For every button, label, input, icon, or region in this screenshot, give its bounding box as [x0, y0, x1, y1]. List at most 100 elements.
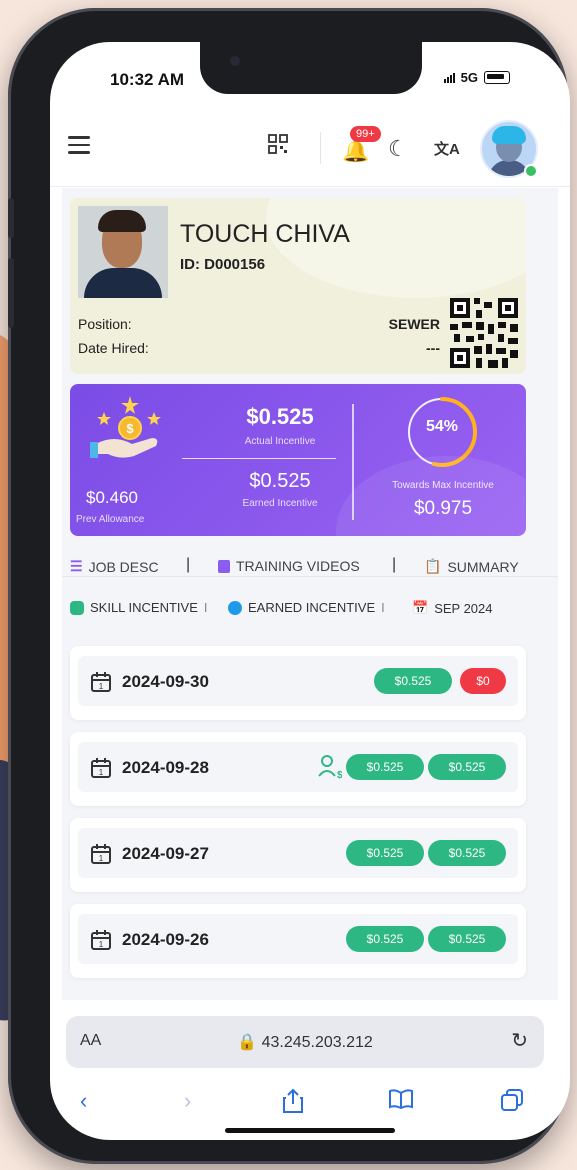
earned-incentive-pill: $0.525	[428, 840, 506, 866]
day-date: 2024-09-26	[122, 930, 209, 949]
incentive-divider	[182, 458, 336, 459]
phone-frame: 10:32 AM 5G 🔔 99+ ☾ 文A TOUCH CHIVA ID: D…	[8, 8, 570, 1164]
day-card[interactable]: 1 2024-09-26 $0.525 $0.525	[70, 904, 526, 978]
volume-up-button	[8, 258, 14, 328]
forward-icon[interactable]: ›	[184, 1088, 191, 1114]
calendar-icon: 1	[91, 672, 111, 692]
legend-earned-swatch	[228, 600, 242, 615]
browser-url-bar[interactable]: AA 🔒 43.245.203.212 ↻	[66, 1016, 544, 1068]
legend-skill-swatch	[70, 600, 84, 615]
day-card[interactable]: 1 2024-09-30 $0.525 $0	[70, 646, 526, 720]
svg-text:1: 1	[99, 682, 104, 691]
legend: SKILL INCENTIVE I EARNED INCENTIVE I 📅 S…	[70, 596, 550, 620]
employee-id: ID: D000156	[180, 256, 266, 273]
calendar-icon: 1	[91, 930, 111, 950]
network-label: 5G	[460, 70, 478, 85]
prev-allowance-value: $0.460	[86, 488, 138, 507]
skill-incentive-pill: $0.525	[346, 926, 424, 952]
employee-card: TOUCH CHIVA ID: D000156 Position: Date H…	[70, 198, 526, 374]
month-selector[interactable]: 📅 SEP 2024	[412, 600, 493, 616]
notification-badge: 99+	[350, 126, 381, 142]
earned-incentive-label: Earned Incentive	[242, 498, 318, 509]
legend-earned-label: EARNED INCENTIVE	[248, 600, 376, 615]
month-label: SEP 2024	[434, 600, 493, 616]
prev-allowance-label: Prev Allowance	[76, 514, 145, 525]
day-card[interactable]: 1 2024-09-27 $0.525 $0.525	[70, 818, 526, 892]
status-bar: 10:32 AM 5G	[50, 42, 570, 104]
tab-summary[interactable]: 📋 SUMMARY	[424, 558, 519, 575]
status-signal: 5G	[443, 70, 510, 85]
towards-max-label: Towards Max Incentive	[392, 480, 494, 491]
actual-incentive-label: Actual Incentive	[244, 436, 316, 447]
day-card[interactable]: 1 2024-09-28 $ $0.525 $0.525	[70, 732, 526, 806]
incentive-vertical-divider	[352, 404, 354, 520]
tab-label: JOB DESC	[88, 558, 159, 575]
status-time: 10:32 AM	[110, 70, 185, 89]
calendar-icon: 1	[91, 758, 111, 778]
day-date: 2024-09-30	[122, 672, 209, 691]
tab-separator: |	[392, 556, 397, 573]
day-date: 2024-09-28	[122, 758, 209, 777]
browser-toolbar: ‹ ›	[50, 1082, 570, 1122]
legend-earned: EARNED INCENTIVE I	[228, 600, 385, 615]
tab-separator: |	[186, 556, 191, 573]
earned-incentive-pill: $0	[460, 668, 506, 694]
main-content: TOUCH CHIVA ID: D000156 Position: Date H…	[62, 188, 558, 1000]
svg-text:1: 1	[99, 854, 104, 863]
legend-skill-label: SKILL INCENTIVE	[90, 600, 198, 615]
earned-incentive-pill: $0.525	[428, 926, 506, 952]
back-icon[interactable]: ‹	[80, 1088, 87, 1114]
incentive-card: $ $0.460 Prev Allowance $0.525 Actual In…	[70, 384, 526, 536]
position-label: Position:	[78, 316, 132, 332]
date-hired-value: ---	[426, 340, 440, 356]
mute-switch	[8, 198, 14, 238]
header-divider	[320, 132, 321, 164]
tab-job-desc[interactable]: ☰ JOB DESC	[70, 558, 159, 575]
position-value: SEWER	[388, 316, 440, 332]
date-hired-label: Date Hired:	[78, 340, 149, 356]
tab-underline	[62, 576, 558, 577]
home-indicator	[225, 1128, 395, 1133]
earned-incentive-value: $0.525	[249, 470, 311, 492]
screen: 10:32 AM 5G 🔔 99+ ☾ 文A TOUCH CHIVA ID: D…	[50, 42, 570, 1140]
qr-code-icon[interactable]	[268, 134, 288, 154]
video-icon	[218, 559, 230, 573]
list-icon: ☰	[70, 558, 83, 574]
translate-icon[interactable]: 文A	[434, 138, 460, 159]
bookmarks-icon[interactable]	[388, 1088, 414, 1110]
earned-incentive-pill: $0.525	[428, 754, 506, 780]
moon-icon[interactable]: ☾	[388, 136, 408, 162]
clipboard-icon: 📋	[424, 558, 442, 574]
skill-incentive-pill: $0.525	[346, 840, 424, 866]
svg-text:$: $	[337, 770, 342, 780]
svg-text:1: 1	[99, 768, 104, 777]
employee-photo	[78, 206, 168, 298]
progress-percent: 54%	[425, 418, 459, 435]
coins-hand-icon: $	[90, 396, 161, 458]
tab-label: SUMMARY	[447, 558, 519, 575]
employee-name: TOUCH CHIVA	[180, 220, 350, 248]
reload-icon[interactable]: ↻	[511, 1028, 528, 1053]
url-address: 43.245.203.212	[261, 1034, 373, 1051]
tab-label: TRAINING VIDEOS	[236, 558, 360, 574]
calendar-icon: 1	[91, 844, 111, 864]
max-incentive-value: $0.975	[413, 498, 473, 519]
tabs-icon[interactable]	[500, 1088, 524, 1112]
menu-icon[interactable]	[68, 136, 90, 159]
calendar-icon: 📅	[412, 600, 429, 615]
employee-qr-code[interactable]	[450, 298, 518, 368]
url-text: 🔒 43.245.203.212	[237, 1034, 373, 1051]
tab-training-videos[interactable]: TRAINING VIDEOS	[218, 558, 360, 574]
notch	[200, 42, 422, 94]
camera-icon	[230, 56, 240, 66]
svg-text:$: $	[126, 421, 134, 436]
tab-bar: ☰ JOB DESC | TRAINING VIDEOS | 📋 SUMMARY	[70, 554, 540, 582]
signal-icon	[443, 72, 455, 83]
legend-skill: SKILL INCENTIVE I	[70, 600, 208, 615]
share-icon[interactable]	[282, 1088, 304, 1114]
actual-incentive-value: $0.525	[246, 404, 314, 429]
battery-icon	[484, 71, 510, 84]
online-status-dot	[524, 164, 538, 178]
skill-incentive-pill: $0.525	[374, 668, 452, 694]
skill-incentive-pill: $0.525	[346, 754, 424, 780]
